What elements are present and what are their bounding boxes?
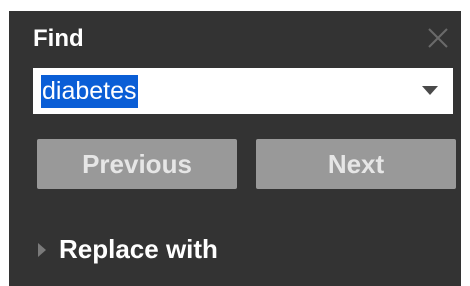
caret-down-icon (422, 86, 438, 95)
search-history-dropdown[interactable] (413, 68, 447, 114)
find-title: Find (33, 25, 84, 52)
next-button[interactable]: Next (256, 139, 456, 189)
replace-with-label: Replace with (59, 234, 218, 264)
caret-right-icon (38, 243, 46, 257)
screenshot-frame: Find diabetes Previous Next Replace with (0, 0, 470, 286)
search-combobox[interactable]: diabetes (33, 68, 453, 114)
close-icon (428, 28, 448, 48)
search-input[interactable]: diabetes (33, 68, 421, 114)
find-panel: Find diabetes Previous Next Replace with (9, 11, 461, 286)
search-input-selected-text[interactable]: diabetes (41, 75, 138, 108)
previous-button[interactable]: Previous (37, 139, 237, 189)
close-button[interactable] (425, 25, 451, 51)
